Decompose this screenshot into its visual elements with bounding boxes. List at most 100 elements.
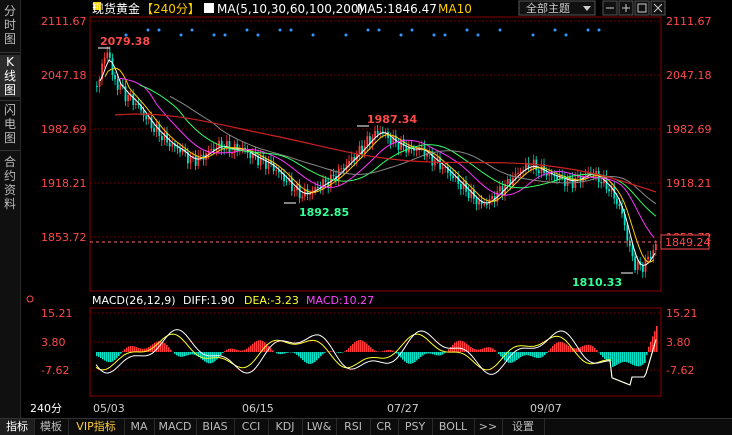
price-tick: 2111.67 bbox=[41, 15, 87, 28]
tab-kdj[interactable]: KDJ bbox=[268, 419, 303, 435]
tab-template[interactable]: 模板 bbox=[34, 419, 69, 435]
macd-bar bbox=[232, 349, 234, 352]
macd-bar bbox=[656, 326, 658, 352]
candle-body bbox=[171, 144, 173, 147]
macd-bar bbox=[138, 348, 140, 352]
macd-bar bbox=[542, 352, 544, 357]
candle-body bbox=[486, 204, 488, 205]
candle-body bbox=[556, 176, 558, 180]
macd-tick: -7.62 bbox=[666, 364, 694, 377]
macd-bar bbox=[554, 344, 556, 352]
time-period[interactable]: 240分 bbox=[30, 402, 62, 415]
macd-bar bbox=[478, 350, 480, 352]
macd-bar bbox=[226, 350, 228, 352]
macd-bar bbox=[284, 352, 286, 353]
candle-body bbox=[616, 199, 618, 204]
macd-bar bbox=[120, 352, 122, 354]
macd-bar bbox=[476, 350, 478, 352]
rail-item-kline[interactable]: K 线 图 bbox=[0, 55, 20, 97]
macd-bar bbox=[562, 342, 564, 352]
macd-bar bbox=[552, 346, 554, 352]
event-markers[interactable] bbox=[125, 29, 601, 37]
tab-psy[interactable]: PSY bbox=[398, 419, 433, 435]
chart-canvas[interactable]: 现货黄金 【240分】 MA(5,10,30,60,100,200) MA5:1… bbox=[20, 0, 732, 418]
ma-icon[interactable] bbox=[204, 3, 214, 13]
candle-body bbox=[195, 156, 197, 166]
ma-params: MA(5,10,30,60,100,200) bbox=[217, 2, 363, 16]
macd-bar bbox=[310, 352, 312, 364]
macd-bar bbox=[460, 341, 462, 352]
tab-cr[interactable]: CR bbox=[370, 419, 399, 435]
candle-body bbox=[301, 197, 303, 199]
tab-boll[interactable]: BOLL bbox=[432, 419, 475, 435]
macd-bar bbox=[442, 352, 444, 355]
rail-char: 图 bbox=[0, 83, 20, 97]
macd-bar bbox=[490, 348, 492, 352]
tab-indicator[interactable]: 指标 bbox=[0, 419, 35, 435]
macd-bar bbox=[160, 341, 162, 352]
macd-bar bbox=[272, 350, 274, 352]
candle-body bbox=[197, 156, 199, 166]
tab-settings[interactable]: 设置 bbox=[502, 419, 545, 435]
tab-cci[interactable]: CCI bbox=[234, 419, 269, 435]
event-dot bbox=[554, 29, 557, 32]
expand-button[interactable] bbox=[635, 1, 649, 15]
annotation-mid-high: 1987.34 bbox=[367, 113, 417, 126]
macd-bar bbox=[404, 352, 406, 362]
macd-bar bbox=[374, 350, 376, 352]
macd-bar bbox=[104, 352, 106, 361]
macd-bar bbox=[348, 348, 350, 352]
candle-body bbox=[145, 116, 147, 120]
candle-body bbox=[632, 246, 634, 256]
candle-body bbox=[200, 155, 202, 156]
macd-bar bbox=[330, 351, 332, 352]
theme-select-label: 全部主题 bbox=[526, 1, 570, 15]
minus-button[interactable] bbox=[603, 1, 617, 15]
macd-bar bbox=[582, 346, 584, 352]
rail-item-flash[interactable]: 闪 电 图 bbox=[0, 103, 20, 145]
tab-rsi[interactable]: RSI bbox=[336, 419, 371, 435]
macd-bar bbox=[322, 352, 324, 354]
candle-body bbox=[645, 259, 647, 272]
tab-lw[interactable]: LW& bbox=[302, 419, 337, 435]
candle-body bbox=[608, 189, 610, 191]
macd-bar bbox=[568, 346, 570, 352]
event-dot bbox=[499, 29, 502, 32]
rail-divider bbox=[0, 150, 20, 151]
annotation-low1: 1892.85 bbox=[299, 206, 349, 219]
event-dot bbox=[257, 34, 260, 37]
macd-bar bbox=[186, 352, 188, 356]
macd-bar bbox=[628, 352, 630, 363]
macd-bar bbox=[156, 342, 158, 352]
macd-bar bbox=[316, 352, 318, 360]
candle-body bbox=[343, 168, 345, 169]
ma5-value: MA5:1846.47 bbox=[357, 2, 437, 16]
event-dot bbox=[400, 34, 403, 37]
macd-bar bbox=[136, 347, 138, 352]
macd-histogram bbox=[96, 326, 658, 367]
candle-body bbox=[190, 156, 192, 163]
rail-item-contract[interactable]: 合 约 资 料 bbox=[0, 155, 20, 211]
rail-char: 分 bbox=[0, 4, 20, 18]
current-price: 1849.24 bbox=[665, 236, 711, 249]
macd-bar bbox=[308, 352, 310, 364]
macd-bar bbox=[302, 352, 304, 360]
candle-body bbox=[655, 244, 657, 250]
tab-vip-indicator[interactable]: VIP指标 bbox=[68, 419, 125, 435]
macd-bar bbox=[356, 341, 358, 352]
tab-bias[interactable]: BIAS bbox=[196, 419, 235, 435]
tab-more[interactable]: >> bbox=[474, 419, 503, 435]
plus-button[interactable] bbox=[619, 1, 633, 15]
tab-ma[interactable]: MA bbox=[124, 419, 155, 435]
macd-bar bbox=[524, 352, 526, 355]
close-button[interactable] bbox=[651, 1, 665, 15]
macd-bar bbox=[468, 345, 470, 352]
candlesticks[interactable] bbox=[96, 46, 657, 278]
macd-settings-icon[interactable] bbox=[27, 296, 33, 302]
tab-macd[interactable]: MACD bbox=[154, 419, 197, 435]
macd-bar bbox=[174, 352, 176, 354]
rail-item-timeshare[interactable]: 分 时 图 bbox=[0, 4, 20, 46]
price-tick: 1918.21 bbox=[666, 177, 712, 190]
candle-body bbox=[179, 148, 181, 152]
macd-bar bbox=[636, 352, 638, 366]
